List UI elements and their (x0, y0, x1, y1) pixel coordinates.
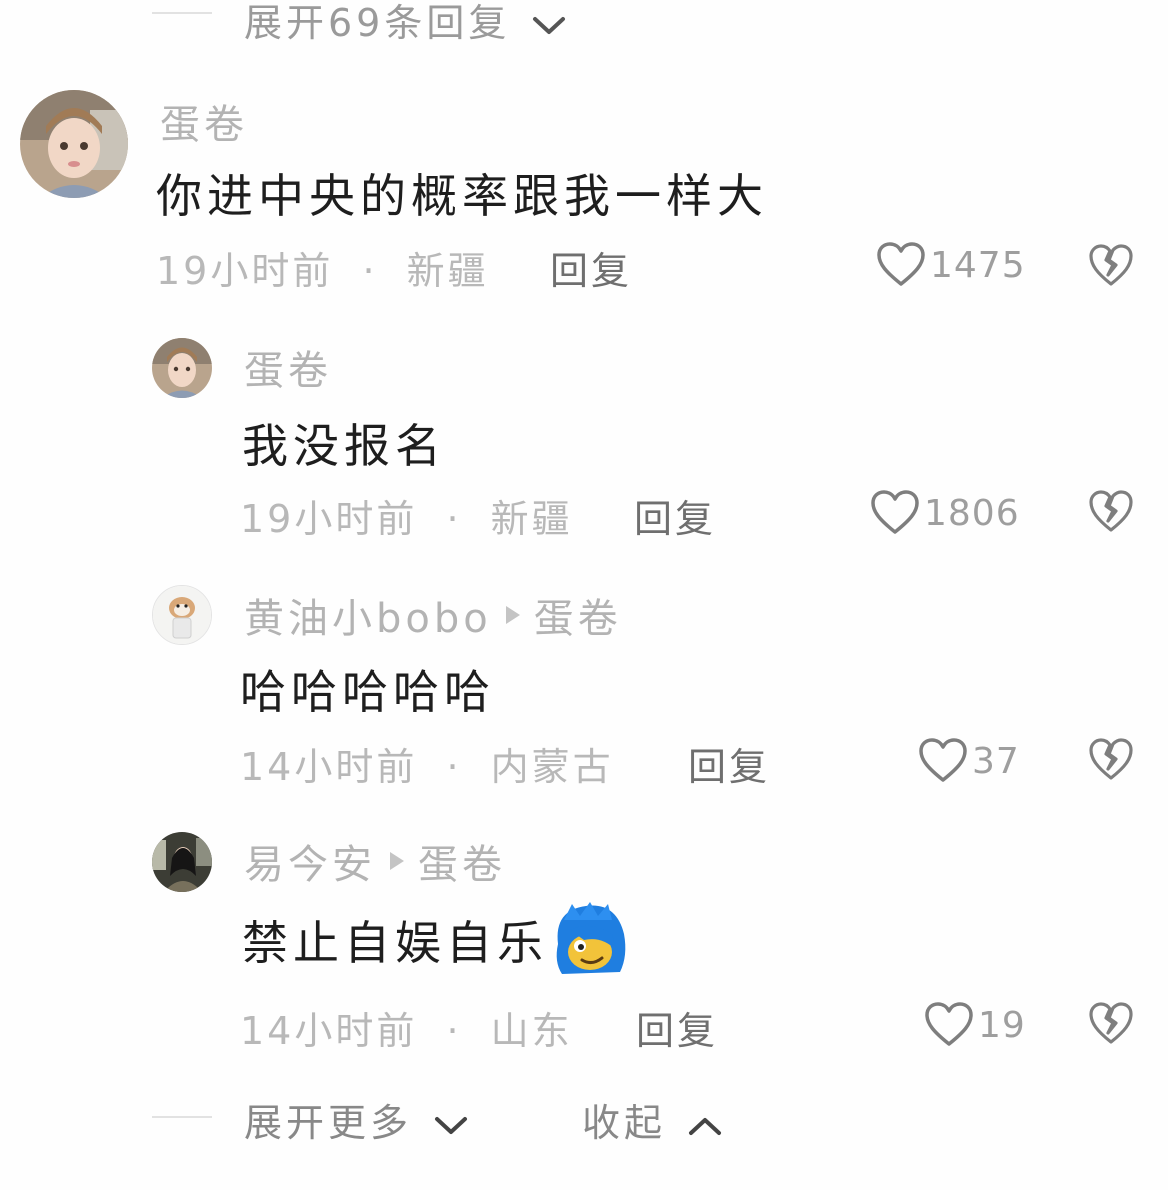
comment-meta: 19小时前 · 新疆 (156, 240, 489, 295)
comment-text-row: 禁止自娱自乐 (242, 900, 630, 980)
reply-to-username[interactable]: 蛋卷 (418, 832, 506, 890)
reply-button[interactable]: 回复 (636, 1000, 718, 1055)
comment-time: 14小时前 (240, 745, 418, 789)
like-button[interactable]: 1475 (876, 242, 1026, 288)
avatar[interactable] (20, 90, 128, 198)
comment-username[interactable]: 易今安 (244, 832, 376, 890)
like-count: 37 (972, 740, 1020, 782)
avatar[interactable] (152, 832, 212, 892)
comment-username[interactable]: 黄油小bobo (244, 586, 492, 644)
comment-meta: 19小时前 · 新疆 (240, 488, 573, 543)
reply-arrow-icon (505, 606, 520, 624)
heart-outline-icon (877, 242, 925, 286)
broken-heart-icon[interactable] (1088, 1002, 1134, 1046)
like-count: 19 (978, 1004, 1026, 1046)
expand-replies-label: 展开69条回复 (244, 1, 511, 45)
chevron-down-icon (533, 16, 566, 34)
like-count: 1806 (924, 492, 1020, 534)
blue-hair-face-emoji (556, 902, 626, 974)
expand-replies-button[interactable]: 展开69条回复 (244, 0, 566, 47)
avatar[interactable] (152, 338, 212, 398)
broken-heart-icon[interactable] (1088, 738, 1134, 782)
comment-meta: 14小时前 · 山东 (240, 1000, 573, 1055)
like-button[interactable]: 19 (924, 1002, 1026, 1048)
collapse-button[interactable]: 收起 (582, 1092, 722, 1147)
meta-separator: · (446, 497, 462, 541)
broken-heart-icon[interactable] (1088, 490, 1134, 534)
meta-separator: · (362, 249, 378, 293)
top-divider (152, 12, 212, 14)
comment-text: 你进中央的概率跟我一样大 (156, 169, 768, 223)
footer-divider (152, 1116, 212, 1118)
comment-time: 14小时前 (240, 1009, 418, 1053)
reply-header: 黄油小bobo 蛋卷 (244, 586, 622, 644)
reply-button[interactable]: 回复 (550, 240, 632, 295)
reply-to-username[interactable]: 蛋卷 (534, 586, 622, 644)
like-button[interactable]: 1806 (870, 490, 1020, 536)
reply-arrow-icon (390, 852, 404, 870)
reply-button[interactable]: 回复 (688, 736, 770, 791)
expand-more-button[interactable]: 展开更多 (244, 1092, 468, 1147)
comment-meta: 14小时前 · 内蒙古 (240, 736, 614, 791)
heart-outline-icon (925, 1002, 973, 1046)
comment-location: 新疆 (490, 497, 573, 541)
comment-location: 山东 (490, 1009, 573, 1053)
heart-outline-icon (919, 738, 967, 782)
comment-time: 19小时前 (240, 497, 418, 541)
meta-separator: · (446, 745, 462, 789)
comment-location: 新疆 (406, 249, 489, 293)
like-count: 1475 (930, 244, 1026, 286)
expand-more-label: 展开更多 (244, 1101, 413, 1145)
avatar[interactable] (152, 585, 212, 645)
comment-time: 19小时前 (156, 249, 334, 293)
heart-outline-icon (871, 490, 919, 534)
meta-separator: · (446, 1009, 462, 1053)
chevron-down-icon (435, 1116, 468, 1134)
chevron-up-icon (689, 1117, 722, 1135)
comment-location: 内蒙古 (490, 745, 614, 789)
comment-username[interactable]: 蛋卷 (244, 338, 332, 396)
comment-username[interactable]: 蛋卷 (160, 92, 248, 150)
reply-header: 易今安 蛋卷 (244, 832, 506, 890)
broken-heart-icon[interactable] (1088, 244, 1134, 288)
comment-text: 哈哈哈哈哈 (240, 665, 495, 719)
collapse-label: 收起 (582, 1101, 667, 1145)
comment-text: 我没报名 (242, 419, 446, 473)
comment-text: 禁止自娱自乐 (242, 916, 548, 970)
like-button[interactable]: 37 (918, 738, 1020, 784)
reply-button[interactable]: 回复 (634, 488, 716, 543)
